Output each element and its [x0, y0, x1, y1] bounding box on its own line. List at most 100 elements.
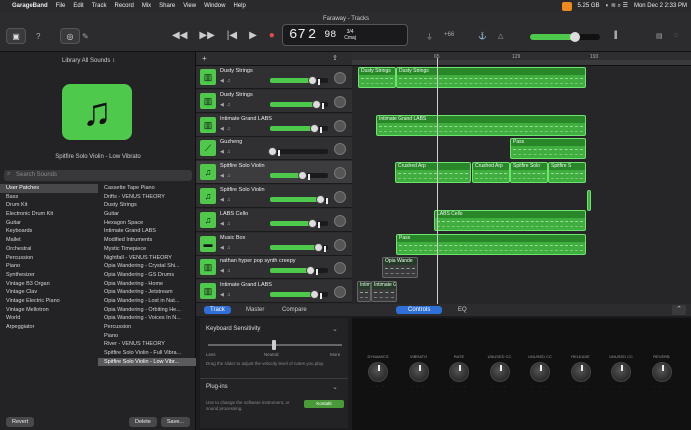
track-name[interactable]: Dusty Strings — [220, 92, 253, 98]
control-knob[interactable] — [449, 362, 469, 382]
control-knob[interactable] — [570, 362, 591, 382]
patch-item[interactable]: Spitfire Solo Violin - Low Vibr... — [98, 357, 196, 367]
volume-knob[interactable] — [308, 218, 320, 228]
menu-track[interactable]: Track — [92, 3, 107, 9]
tab-controls[interactable]: Controls — [396, 306, 443, 314]
patch-item[interactable]: Cassette Tape Piano — [98, 184, 196, 193]
headphones-icon[interactable]: ♫ — [227, 268, 231, 274]
patch-item[interactable]: Percussion — [98, 323, 196, 332]
metronome-icon[interactable]: △ — [498, 32, 503, 40]
track-name[interactable]: Guzheng — [220, 139, 242, 145]
control-knob[interactable] — [530, 362, 550, 382]
category-item[interactable]: Keyboards — [0, 227, 98, 236]
volume-knob[interactable] — [298, 171, 310, 181]
pan-knob[interactable] — [334, 167, 346, 180]
chevron-down-icon[interactable]: ⌄ — [332, 325, 338, 333]
headphones-icon[interactable]: ♫ — [227, 292, 231, 298]
category-item[interactable]: Orchestral — [0, 245, 98, 254]
lcd-display[interactable]: 67 2 98 3/4 Cmaj — [282, 24, 408, 46]
menu-app-name[interactable]: GarageBand — [12, 3, 48, 9]
track-volume-slider[interactable] — [270, 266, 328, 276]
track-name[interactable]: Intimate Grand LABS — [220, 282, 272, 288]
control-knob[interactable] — [408, 362, 429, 382]
track-region[interactable]: Intimate G — [371, 281, 397, 303]
track-header[interactable]: ♫ LABS Cello ◀ ♫ — [196, 208, 352, 232]
headphones-icon[interactable]: ♫ — [227, 173, 231, 179]
menu-edit[interactable]: Edit — [73, 3, 83, 9]
save-button[interactable]: Save... — [160, 417, 190, 427]
patch-item[interactable]: Opia Wandering - GS Drums — [98, 271, 196, 280]
track-name[interactable]: Music Box — [220, 235, 245, 241]
tab-track[interactable]: Track — [204, 306, 231, 314]
track-header[interactable]: ▥ Intimate Grand LABS ◀ ♫ — [196, 280, 352, 304]
track-region[interactable]: Dusty Strings — [396, 67, 586, 88]
track-header[interactable]: ▥ Dusty Strings ◀ ♫ — [196, 66, 352, 89]
track-name[interactable]: Spitfire Solo Violin — [220, 187, 265, 193]
patch-item[interactable]: Opia Wandering - Lost in Nat... — [98, 297, 196, 306]
headphones-icon[interactable]: ♫ — [227, 197, 231, 203]
smart-controls-icon[interactable]: ◎ — [60, 28, 80, 44]
patch-item[interactable]: Opia Wandering - Crystal Shi... — [98, 262, 196, 271]
menu-record[interactable]: Record — [114, 3, 133, 9]
library-toggle-icon[interactable]: ▣ — [6, 28, 26, 44]
count-in-icon[interactable]: ⚓ — [478, 32, 487, 40]
pan-knob[interactable] — [334, 262, 346, 275]
track-volume-slider[interactable] — [270, 171, 328, 181]
mute-icon[interactable]: ◀ — [220, 126, 224, 132]
control-knob[interactable] — [368, 362, 388, 382]
mute-icon[interactable]: ◀ — [220, 245, 224, 251]
category-item[interactable]: Synthesizer — [0, 271, 98, 280]
patch-item[interactable]: Modified Intruments — [98, 236, 196, 245]
headphones-icon[interactable]: ♫ — [227, 245, 231, 251]
menu-mix[interactable]: Mix — [142, 3, 151, 9]
track-volume-slider[interactable] — [270, 290, 328, 300]
track-region[interactable]: Intimate Grand LABS — [376, 114, 586, 136]
pan-knob[interactable] — [334, 72, 346, 84]
track-volume-slider[interactable] — [270, 99, 328, 109]
track-filter-icon[interactable]: ⇪ — [332, 54, 338, 62]
category-item[interactable]: Electronic Drum Kit — [0, 210, 98, 219]
volume-knob[interactable] — [268, 147, 280, 157]
headphones-icon[interactable]: ♫ — [227, 126, 231, 132]
track-volume-slider[interactable] — [270, 123, 328, 133]
chevron-down-icon[interactable]: ⌄ — [332, 383, 338, 391]
control-center-icon[interactable]: ◐ ≋ ⌕ ☰ — [606, 2, 628, 10]
category-item[interactable]: Vintage B3 Organ — [0, 280, 98, 289]
loops-icon[interactable]: ◌ — [674, 32, 678, 39]
track-region[interactable]: Pass — [396, 233, 586, 255]
menu-clock[interactable]: Mon Dec 2 2:33 PM — [634, 3, 687, 9]
patch-item[interactable]: Spitfire Solo Violin - Full Vibra... — [98, 349, 196, 358]
track-header[interactable]: ▥ nathan hyper pop synth creepy ◀ ♫ — [196, 256, 352, 280]
headphones-icon[interactable]: ♫ — [227, 149, 231, 155]
rewind-icon[interactable]: ◀◀ — [172, 30, 187, 41]
tab-master[interactable]: Master — [240, 306, 270, 314]
master-volume-slider[interactable] — [530, 32, 600, 42]
play-icon[interactable]: ▶ — [249, 30, 257, 41]
category-item[interactable]: Guitar — [0, 219, 98, 228]
volume-knob[interactable] — [310, 123, 322, 133]
revert-button[interactable]: Revert — [6, 417, 35, 427]
pan-knob[interactable] — [334, 286, 346, 299]
pan-knob[interactable] — [334, 191, 346, 203]
headphones-icon[interactable]: ♫ — [227, 102, 231, 108]
menu-share[interactable]: Share — [159, 3, 175, 9]
storage-indicator[interactable]: 5.25 GB — [578, 3, 600, 9]
volume-knob[interactable] — [314, 242, 326, 252]
patch-item[interactable]: Guitar — [98, 210, 196, 219]
control-knob[interactable] — [611, 362, 631, 382]
category-item[interactable]: Drum Kit — [0, 201, 98, 210]
control-knob[interactable] — [489, 362, 510, 382]
playhead[interactable] — [437, 58, 438, 304]
patch-item[interactable]: Opia Wandering - Home — [98, 280, 196, 289]
mute-icon[interactable]: ◀ — [220, 149, 224, 155]
track-volume-slider[interactable] — [270, 76, 328, 85]
tab-eq[interactable]: EQ — [452, 306, 473, 314]
track-header[interactable]: ▥ Dusty Strings ◀ ♫ — [196, 89, 352, 113]
pan-knob[interactable] — [334, 119, 346, 132]
track-volume-slider[interactable] — [270, 195, 328, 204]
category-item[interactable]: User Patches — [0, 184, 98, 193]
patch-item[interactable]: Nightfall - VENUS THEORY — [98, 254, 196, 263]
track-header[interactable]: ▥ Intimate Grand LABS ◀ ♫ — [196, 113, 352, 137]
mute-icon[interactable]: ◀ — [220, 78, 224, 84]
patch-item[interactable]: Piano — [98, 332, 196, 341]
